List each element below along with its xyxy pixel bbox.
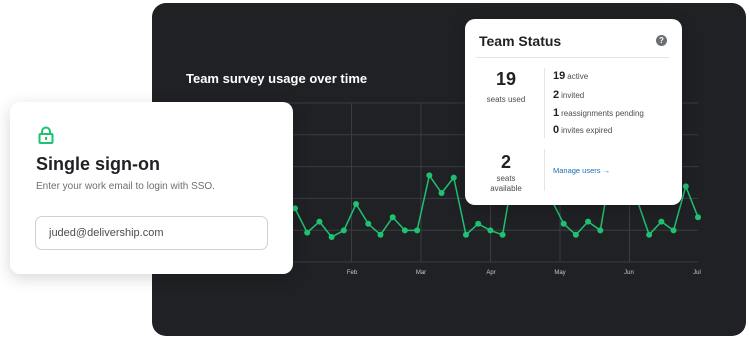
data-point bbox=[316, 218, 323, 225]
email-field[interactable] bbox=[35, 216, 268, 250]
data-point bbox=[340, 227, 347, 234]
active-stat: 19 active bbox=[553, 70, 589, 82]
lock-icon bbox=[38, 126, 54, 144]
team-status-card: Team Status ? 19 seats used 19 active 2 in… bbox=[465, 19, 682, 205]
team-status-title: Team Status bbox=[479, 33, 562, 49]
data-point bbox=[365, 220, 372, 227]
data-point bbox=[487, 227, 494, 234]
data-point bbox=[438, 190, 445, 196]
data-point bbox=[658, 218, 665, 225]
seats-available-count: 2 bbox=[500, 152, 511, 172]
data-point bbox=[401, 227, 408, 234]
data-point bbox=[572, 231, 579, 238]
x-tick-label: Jun bbox=[624, 270, 634, 276]
x-tick-label: May bbox=[554, 270, 565, 276]
data-point bbox=[304, 229, 311, 236]
seats-used-count: 19 bbox=[495, 69, 517, 89]
data-point bbox=[585, 218, 592, 225]
expired-stat: 0 invites expired bbox=[553, 124, 613, 136]
data-point bbox=[414, 227, 421, 234]
x-tick-label: Feb bbox=[347, 270, 358, 276]
data-point bbox=[499, 231, 506, 238]
data-point bbox=[426, 172, 433, 179]
manage-users-link[interactable]: Manage users → bbox=[553, 166, 610, 175]
data-point bbox=[389, 214, 396, 221]
x-tick-label: Jul bbox=[693, 270, 701, 276]
question-icon[interactable]: ? bbox=[656, 35, 667, 46]
sso-title: Single sign-on bbox=[36, 154, 160, 174]
seats-used-label: seats used bbox=[486, 95, 526, 104]
reassignments-stat: 1 reassignments pending bbox=[553, 107, 644, 119]
sso-card: Single sign-on Enter your work email to … bbox=[10, 102, 293, 274]
x-tick-label: Apr bbox=[486, 270, 495, 276]
data-point bbox=[475, 220, 482, 227]
data-point bbox=[682, 183, 689, 190]
data-point bbox=[328, 234, 335, 240]
sso-subtitle: Enter your work email to login with SSO. bbox=[36, 181, 215, 192]
data-point bbox=[353, 201, 360, 207]
divider bbox=[476, 57, 669, 58]
data-point bbox=[462, 231, 469, 238]
data-point bbox=[377, 231, 384, 238]
data-point bbox=[450, 174, 457, 181]
seats-available-label: seats available bbox=[490, 174, 522, 193]
data-point bbox=[597, 227, 604, 234]
data-point bbox=[560, 220, 567, 227]
data-point bbox=[646, 231, 653, 238]
x-tick-label: Mar bbox=[416, 270, 426, 276]
data-point bbox=[670, 227, 677, 234]
data-point bbox=[695, 214, 701, 221]
invited-stat: 2 invited bbox=[553, 89, 585, 101]
